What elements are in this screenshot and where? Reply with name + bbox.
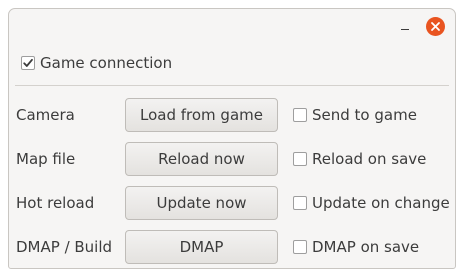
- hot-reload-row: Hot reload Update now Update on change: [9, 186, 455, 220]
- send-to-game-label: Send to game: [312, 106, 417, 124]
- titlebar: [9, 9, 455, 45]
- camera-row: Camera Load from game Send to game: [9, 98, 455, 132]
- dmap-on-save-label: DMAP on save: [312, 238, 420, 256]
- reload-on-save-label: Reload on save: [312, 150, 427, 168]
- close-icon: [431, 22, 440, 31]
- camera-label: Camera: [16, 106, 75, 124]
- dmap-on-save-checkbox[interactable]: [293, 240, 307, 254]
- game-connection-checkbox[interactable]: [21, 56, 35, 70]
- game-connection-label: Game connection: [40, 54, 173, 72]
- dmap-build-label: DMAP / Build: [16, 238, 113, 256]
- reload-on-save-checkbox[interactable]: [293, 152, 307, 166]
- update-on-change-toggle[interactable]: Update on change: [293, 186, 450, 220]
- dmap-on-save-toggle[interactable]: DMAP on save: [293, 230, 419, 264]
- reload-on-save-toggle[interactable]: Reload on save: [293, 142, 426, 176]
- hot-reload-label: Hot reload: [16, 194, 95, 212]
- update-on-change-checkbox[interactable]: [293, 196, 307, 210]
- reload-now-button[interactable]: Reload now: [125, 142, 278, 176]
- map-file-row: Map file Reload now Reload on save: [9, 142, 455, 176]
- minimize-button[interactable]: [394, 15, 414, 37]
- checkmark-icon: [23, 58, 33, 67]
- close-button[interactable]: [426, 17, 445, 36]
- separator: [15, 85, 449, 86]
- map-file-label: Map file: [16, 150, 76, 168]
- send-to-game-toggle[interactable]: Send to game: [293, 98, 417, 132]
- game-connection-toggle[interactable]: Game connection: [21, 53, 172, 73]
- update-on-change-label: Update on change: [312, 194, 450, 212]
- game-connection-window: Game connection Camera Load from game Se…: [8, 8, 456, 269]
- load-from-game-button[interactable]: Load from game: [125, 98, 278, 132]
- send-to-game-checkbox[interactable]: [293, 108, 307, 122]
- dmap-build-row: DMAP / Build DMAP DMAP on save: [9, 230, 455, 264]
- update-now-button[interactable]: Update now: [125, 186, 278, 220]
- dmap-button[interactable]: DMAP: [125, 230, 278, 264]
